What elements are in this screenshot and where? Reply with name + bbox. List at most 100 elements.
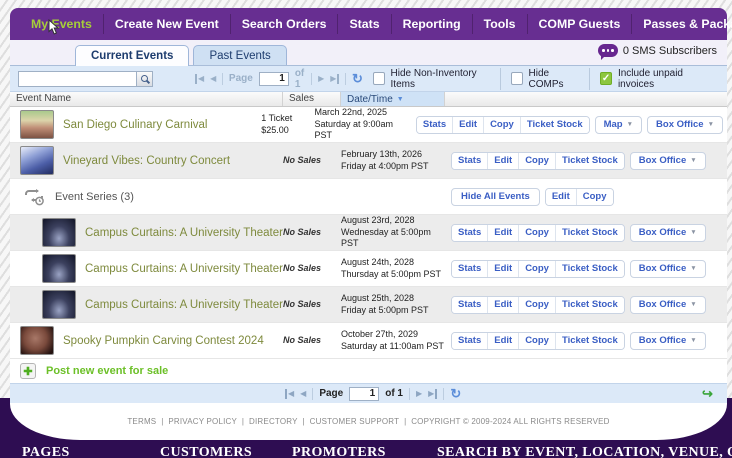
actions-cell: Stats Edit Copy Ticket Stock Box Office▼ [445,332,727,350]
event-link[interactable]: Campus Curtains: A University Theater Pr… [85,263,283,275]
terms-bar: TERMS PRIVACY POLICY DIRECTORY CUSTOMER … [10,403,727,440]
box-office-dropdown-button[interactable]: Box Office▼ [630,152,706,170]
event-thumbnail[interactable] [42,218,76,247]
stats-button[interactable]: Stats [452,333,487,349]
first-page-icon[interactable]: ◀ [285,389,294,399]
tab-past-events[interactable]: Past Events [193,45,286,65]
footer-col-customers[interactable]: CUSTOMERS [160,445,252,458]
edit-button[interactable]: Edit [487,261,518,277]
actions-cell: Stats Edit Copy Ticket Stock Box Office▼ [445,260,727,278]
event-link[interactable]: Spooky Pumpkin Carving Contest 2024 [63,335,264,347]
nav-create-new-event[interactable]: Create New Event [103,14,230,34]
search-wrap [18,71,153,87]
first-page-icon[interactable]: ◀ [195,74,204,84]
search-button[interactable] [136,71,153,87]
date-cell: February 13th, 2026Friday at 4:00pm PST [341,149,445,172]
table-row: Spooky Pumpkin Carving Contest 2024 No S… [10,323,727,359]
search-input[interactable] [18,71,136,87]
box-office-dropdown-button[interactable]: Box Office▼ [630,296,706,314]
box-office-dropdown-button[interactable]: Box Office▼ [630,332,706,350]
footer-col-promoters[interactable]: PROMOTERS [292,445,386,458]
event-thumbnail[interactable] [20,110,54,139]
event-thumbnail[interactable] [20,326,54,355]
copy-button[interactable]: Copy [518,153,555,169]
next-page-icon[interactable]: ▶ [416,389,422,399]
last-page-icon[interactable]: ▶ [330,74,339,84]
footer-col-pages[interactable]: PAGES [22,445,70,458]
post-new-event-link[interactable]: Post new event for sale [46,365,168,377]
return-arrow-icon[interactable]: ↩ [702,386,713,402]
edit-button[interactable]: Edit [546,189,576,205]
nav-passes-packages[interactable]: Passes & Packages [631,14,732,34]
tab-current-events[interactable]: Current Events [75,45,189,66]
chevron-down-icon: ▼ [690,301,696,308]
event-thumbnail[interactable] [42,254,76,283]
box-office-dropdown-button[interactable]: Box Office▼ [630,224,706,242]
stats-button[interactable]: Stats [452,261,487,277]
terms-link[interactable]: TERMS [127,417,168,426]
hide-all-events-button[interactable]: Hide All Events [451,188,540,206]
directory-link[interactable]: DIRECTORY [249,417,310,426]
hide-comps-checkbox[interactable] [511,72,523,85]
event-thumbnail[interactable] [42,290,76,319]
customer-support-link[interactable]: CUSTOMER SUPPORT [310,417,412,426]
copy-button[interactable]: Copy [518,261,555,277]
copy-button[interactable]: Copy [518,225,555,241]
stats-button[interactable]: Stats [452,297,487,313]
edit-button[interactable]: Edit [487,225,518,241]
stats-button[interactable]: Stats [417,117,452,133]
copy-button[interactable]: Copy [483,117,520,133]
action-button-group: Stats Edit Copy Ticket Stock [451,296,625,314]
nav-search-orders[interactable]: Search Orders [230,14,338,34]
refresh-icon[interactable]: ↻ [450,386,461,402]
edit-button[interactable]: Edit [452,117,483,133]
ticket-stock-button[interactable]: Ticket Stock [555,333,624,349]
copy-button[interactable]: Copy [576,189,613,205]
ticket-stock-button[interactable]: Ticket Stock [555,261,624,277]
page-input[interactable] [259,72,289,86]
last-page-icon[interactable]: ▶ [428,389,437,399]
column-date-time[interactable]: Date/Time ▼ [341,92,445,106]
column-sales[interactable]: Sales [283,92,341,106]
ticket-stock-button[interactable]: Ticket Stock [555,297,624,313]
actions-cell: Stats Edit Copy Ticket Stock Box Office▼ [445,224,727,242]
prev-page-icon[interactable]: ◀ [210,74,216,84]
refresh-icon[interactable]: ↻ [352,71,363,87]
edit-button[interactable]: Edit [487,153,518,169]
nav-tools[interactable]: Tools [472,14,527,34]
page-input[interactable] [349,387,379,401]
add-event-icon[interactable]: ✚ [20,363,36,379]
event-name-cell: Spooky Pumpkin Carving Contest 2024 [10,326,283,355]
ticket-stock-button[interactable]: Ticket Stock [555,153,624,169]
include-unpaid-checkbox[interactable]: ✓ [600,72,612,85]
event-thumbnail[interactable] [20,146,54,175]
event-link[interactable]: Campus Curtains: A University Theater Pr… [85,299,283,311]
nav-comp-guests[interactable]: COMP Guests [527,14,632,34]
tab-bar: Current Events Past Events 0 SMS Subscri… [10,40,727,66]
ticket-stock-button[interactable]: Ticket Stock [520,117,589,133]
prev-page-icon[interactable]: ◀ [300,389,306,399]
next-page-icon[interactable]: ▶ [318,74,324,84]
privacy-policy-link[interactable]: PRIVACY POLICY [168,417,249,426]
of-label: of 1 [385,388,403,399]
nav-stats[interactable]: Stats [337,14,390,34]
box-office-dropdown-button[interactable]: Box Office▼ [647,116,723,134]
event-link[interactable]: San Diego Culinary Carnival [63,119,207,131]
ticket-stock-button[interactable]: Ticket Stock [555,225,624,241]
date-cell: March 22nd, 2025Saturday at 9:00am PST [314,107,409,142]
event-link[interactable]: Vineyard Vibes: Country Concert [63,155,230,167]
nav-my-events[interactable]: My Events [20,14,103,34]
edit-button[interactable]: Edit [487,297,518,313]
column-event-name[interactable]: Event Name [10,92,283,106]
copy-button[interactable]: Copy [518,297,555,313]
edit-button[interactable]: Edit [487,333,518,349]
stats-button[interactable]: Stats [452,225,487,241]
nav-reporting[interactable]: Reporting [391,14,472,34]
stats-button[interactable]: Stats [452,153,487,169]
event-link[interactable]: Campus Curtains: A University Theater Pr… [85,227,283,239]
hide-non-inventory-checkbox[interactable] [373,72,385,85]
box-office-dropdown-button[interactable]: Box Office▼ [630,260,706,278]
sms-subscribers[interactable]: 0 SMS Subscribers [598,44,717,57]
copy-button[interactable]: Copy [518,333,555,349]
map-dropdown-button[interactable]: Map▼ [595,116,642,134]
